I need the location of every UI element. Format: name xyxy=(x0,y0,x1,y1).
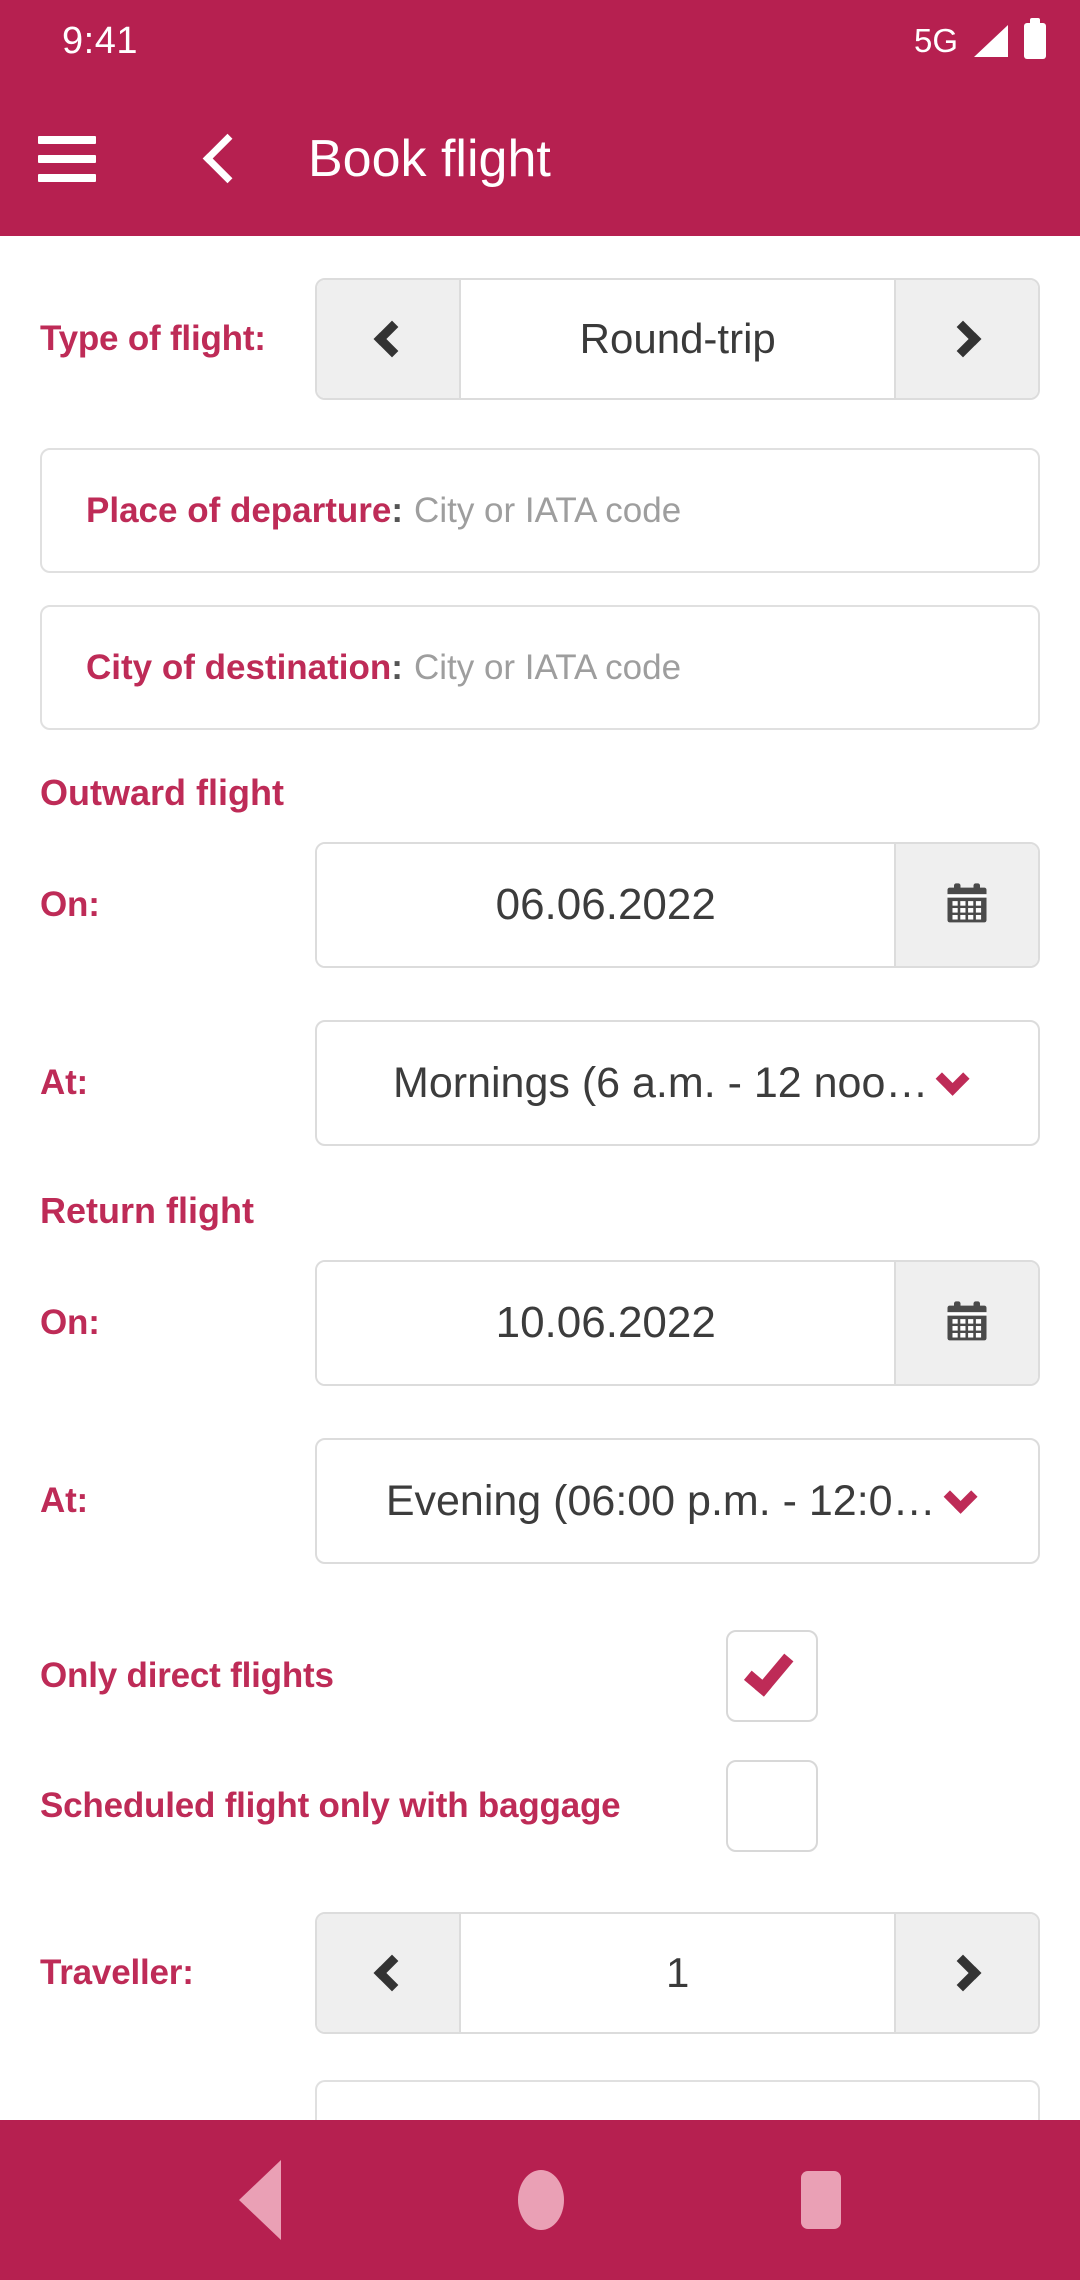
chevron-left-icon xyxy=(374,1954,411,1992)
chevron-left-icon xyxy=(374,320,411,358)
hamburger-line xyxy=(38,136,96,144)
return-flight-section-title: Return flight xyxy=(40,1190,254,1231)
chevron-down-icon xyxy=(943,1479,978,1514)
with-baggage-checkbox[interactable] xyxy=(726,1760,818,1852)
page-title: Book flight xyxy=(308,130,551,188)
flight-type-value[interactable]: Round-trip xyxy=(461,280,894,398)
battery-full-icon xyxy=(1024,23,1046,59)
with-baggage-row: Scheduled flight only with baggage xyxy=(40,1760,1040,1852)
flight-type-stepper: Round-trip xyxy=(315,278,1040,400)
outward-calendar-button[interactable] xyxy=(894,844,1038,966)
phone-screen: 9:41 5G Book flight Type of flight: Roun… xyxy=(0,0,1080,2280)
destination-label: City of destination xyxy=(86,647,392,687)
outward-flight-section-title: Outward flight xyxy=(40,772,284,813)
calendar-icon xyxy=(947,883,987,923)
return-time-value: Evening (06:00 p.m. - 12:0… xyxy=(385,1476,936,1525)
direct-flights-label: Only direct flights xyxy=(40,1656,334,1695)
outward-time-label: At: xyxy=(40,1063,88,1102)
destination-separator: : xyxy=(391,647,403,687)
return-date-field: 10.06.2022 xyxy=(315,1260,1040,1386)
flight-type-next-button[interactable] xyxy=(894,280,1038,398)
traveller-value[interactable]: 1 xyxy=(461,1914,894,2032)
outward-date-value[interactable]: 06.06.2022 xyxy=(317,844,894,966)
status-time: 9:41 xyxy=(62,20,138,62)
traveller-row: Traveller: 1 xyxy=(40,1912,1040,2034)
calendar-icon xyxy=(947,1301,987,1341)
departure-placeholder: City or IATA code xyxy=(414,490,682,530)
outward-time-value: Mornings (6 a.m. - 12 noo… xyxy=(393,1058,929,1107)
hamburger-menu-icon[interactable] xyxy=(38,136,96,182)
flight-type-prev-button[interactable] xyxy=(317,280,462,398)
departure-field[interactable]: Place of departure: City or IATA code xyxy=(40,448,1040,573)
android-navigation-bar xyxy=(0,2120,1080,2280)
departure-separator: : xyxy=(391,490,404,530)
traveller-stepper: 1 xyxy=(315,1912,1040,2034)
return-calendar-button[interactable] xyxy=(894,1262,1038,1384)
nav-recents-square-icon[interactable] xyxy=(801,2171,842,2229)
direct-flights-checkbox[interactable] xyxy=(726,1630,818,1722)
outward-date-label: On: xyxy=(40,885,100,924)
outward-date-row: On: 06.06.2022 xyxy=(40,842,1040,968)
network-type-label: 5G xyxy=(913,22,958,59)
nav-back-triangle-icon[interactable] xyxy=(238,2160,281,2240)
next-field-partial[interactable] xyxy=(315,2080,1040,2120)
hamburger-line xyxy=(38,155,96,163)
traveller-prev-button[interactable] xyxy=(317,1914,462,2032)
departure-label: Place of departure xyxy=(86,490,392,530)
return-date-value[interactable]: 10.06.2022 xyxy=(317,1262,894,1384)
nav-home-circle-icon[interactable] xyxy=(517,2170,564,2230)
outward-date-field: 06.06.2022 xyxy=(315,842,1040,968)
return-date-label: On: xyxy=(40,1303,100,1342)
direct-flights-row: Only direct flights xyxy=(40,1630,1040,1722)
chevron-right-icon xyxy=(944,320,982,358)
chevron-down-icon xyxy=(935,1061,970,1096)
with-baggage-label: Scheduled flight only with baggage xyxy=(40,1786,621,1825)
return-date-row: On: 10.06.2022 xyxy=(40,1260,1040,1386)
next-field-partial-row xyxy=(40,2080,1040,2120)
outward-time-select[interactable]: Mornings (6 a.m. - 12 noo… xyxy=(315,1020,1040,1146)
booking-form: Type of flight: Round-trip Place of depa… xyxy=(0,236,1080,2120)
destination-field[interactable]: City of destination: City or IATA code xyxy=(40,605,1040,730)
traveller-next-button[interactable] xyxy=(894,1914,1038,2032)
check-mark-icon xyxy=(743,1644,794,1697)
status-bar: 9:41 5G xyxy=(0,0,1080,82)
return-time-select[interactable]: Evening (06:00 p.m. - 12:0… xyxy=(315,1438,1040,1564)
status-indicators: 5G xyxy=(914,22,1046,60)
hamburger-line xyxy=(38,174,96,182)
outward-time-row: At: Mornings (6 a.m. - 12 noo… xyxy=(40,1020,1040,1146)
chevron-right-icon xyxy=(944,1954,982,1992)
flight-type-row: Type of flight: Round-trip xyxy=(40,278,1040,400)
app-bar: Book flight xyxy=(0,82,1080,236)
flight-type-label: Type of flight: xyxy=(40,319,266,358)
traveller-label: Traveller: xyxy=(40,1953,194,1992)
return-time-row: At: Evening (06:00 p.m. - 12:0… xyxy=(40,1438,1040,1564)
return-time-label: At: xyxy=(40,1481,88,1520)
signal-bars-icon xyxy=(974,25,1008,57)
destination-placeholder: City or IATA code xyxy=(413,647,682,687)
back-chevron-icon[interactable] xyxy=(196,129,240,189)
